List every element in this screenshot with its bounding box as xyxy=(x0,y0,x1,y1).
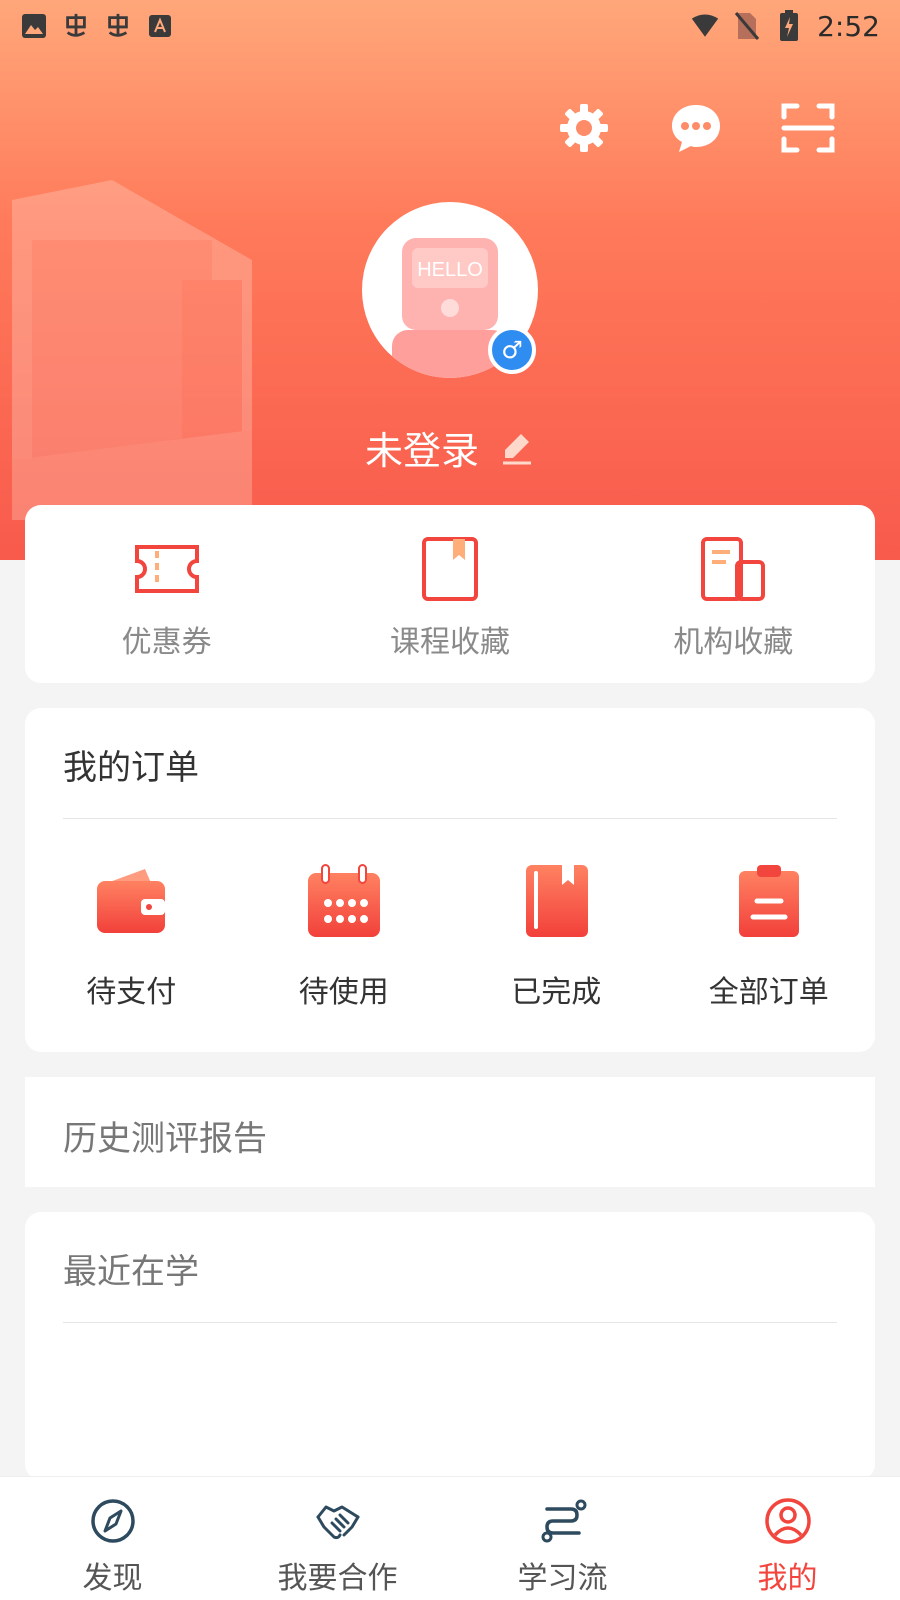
recent-learning-card: 最近在学 xyxy=(25,1212,875,1480)
avatar-container[interactable]: HELLO ♂ xyxy=(362,202,538,378)
nav-learning-flow[interactable]: 学习流 xyxy=(450,1477,675,1600)
quick-link-label: 优惠券 xyxy=(121,625,212,660)
scan-button[interactable] xyxy=(780,100,836,156)
pencil-icon[interactable] xyxy=(499,430,535,466)
quick-links-card: 优惠券 课程收藏 机构收藏 xyxy=(25,505,875,683)
history-title[interactable]: 历史测评报告 xyxy=(25,1077,875,1187)
male-symbol-icon: ♂ xyxy=(501,336,523,364)
settings-button[interactable] xyxy=(556,100,612,156)
handshake-icon xyxy=(316,1505,359,1540)
institution-icon xyxy=(701,537,766,601)
nav-label: 我要合作 xyxy=(277,1561,398,1596)
order-status-label: 待支付 xyxy=(86,975,177,1010)
nav-label: 发现 xyxy=(82,1561,143,1596)
status-bar: 2:52 xyxy=(0,0,900,52)
nav-mine[interactable]: 我的 xyxy=(675,1477,900,1600)
gallery-notification-icon xyxy=(20,12,48,40)
keyboard-notification-icon xyxy=(146,12,174,40)
quick-link-institution-favorites[interactable]: 机构收藏 xyxy=(592,505,875,683)
nav-label: 我的 xyxy=(757,1561,818,1596)
divider xyxy=(63,1322,837,1323)
order-to-use[interactable]: 待使用 xyxy=(238,863,451,1011)
username-row: 未登录 xyxy=(0,420,900,475)
quick-link-course-favorites[interactable]: 课程收藏 xyxy=(308,505,591,683)
wifi-icon xyxy=(691,12,719,40)
header-actions xyxy=(556,100,836,156)
app-notification-icon-2 xyxy=(104,12,132,40)
quick-link-coupons[interactable]: 优惠券 xyxy=(25,505,308,683)
messages-button[interactable] xyxy=(668,100,724,156)
book-icon xyxy=(526,865,589,937)
course-bookmark-icon xyxy=(421,537,478,601)
avatar-screen-text: HELLO xyxy=(417,259,483,281)
chat-bubble-icon xyxy=(672,105,720,152)
status-time: 2:52 xyxy=(817,9,880,43)
order-status-label: 全部订单 xyxy=(708,975,829,1010)
nav-cooperation[interactable]: 我要合作 xyxy=(225,1477,450,1600)
order-status-label: 已完成 xyxy=(511,975,602,1010)
calendar-icon xyxy=(307,864,380,937)
username-label[interactable]: 未登录 xyxy=(365,420,479,475)
scan-icon xyxy=(781,103,835,153)
order-all[interactable]: 全部订单 xyxy=(663,863,876,1011)
compass-icon xyxy=(90,1499,135,1543)
bottom-navigation: 发现 我要合作 学习流 我的 xyxy=(0,1476,900,1600)
wallet-icon xyxy=(97,869,166,933)
order-pending-payment[interactable]: 待支付 xyxy=(25,863,238,1011)
male-gender-badge: ♂ xyxy=(488,326,536,374)
orders-title: 我的订单 xyxy=(63,748,199,788)
coupon-icon xyxy=(134,545,199,593)
recent-title: 最近在学 xyxy=(63,1252,199,1292)
history-report-card[interactable]: 历史测评报告 xyxy=(25,1077,875,1187)
route-icon xyxy=(541,1499,586,1543)
order-completed[interactable]: 已完成 xyxy=(450,863,663,1011)
profile-icon xyxy=(764,1498,811,1544)
nav-label: 学习流 xyxy=(517,1561,608,1596)
quick-link-label: 课程收藏 xyxy=(389,625,510,660)
clipboard-icon xyxy=(738,865,799,937)
quick-link-label: 机构收藏 xyxy=(673,625,794,660)
app-notification-icon xyxy=(62,12,90,40)
my-orders-card: 我的订单 待支付 待使用 已完成 全部订单 xyxy=(25,708,875,1052)
nav-discover[interactable]: 发现 xyxy=(0,1477,225,1600)
order-status-row: 待支付 待使用 已完成 全部订单 xyxy=(25,819,875,1011)
no-sim-icon xyxy=(733,12,761,40)
order-status-label: 待使用 xyxy=(298,975,389,1010)
gear-icon xyxy=(560,104,608,152)
battery-charging-icon xyxy=(775,10,803,41)
